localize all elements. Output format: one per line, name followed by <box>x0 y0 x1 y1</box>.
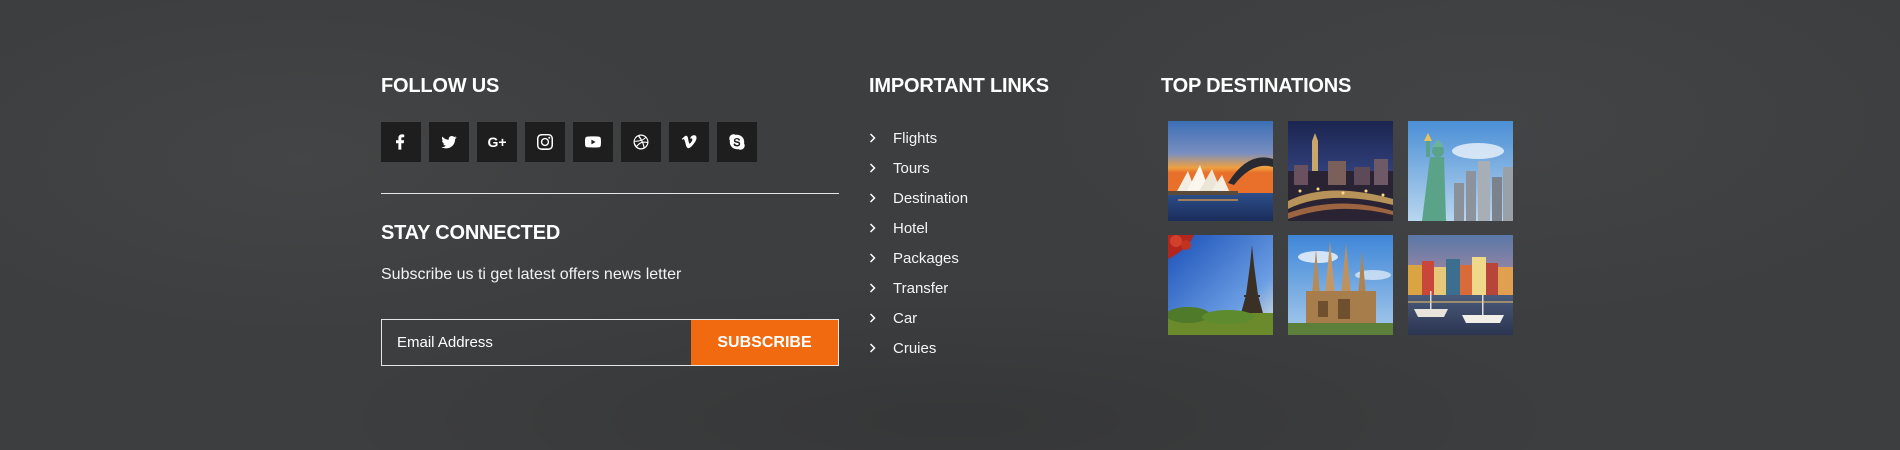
city-night-skyline-image <box>1288 121 1393 221</box>
chevron-right-icon <box>869 253 879 263</box>
section-divider <box>381 193 839 194</box>
link-label: Hotel <box>893 219 929 237</box>
destination-city-night-skyline[interactable] <box>1288 121 1393 221</box>
destination-statue-of-liberty[interactable] <box>1408 121 1513 221</box>
link-label: Car <box>893 309 918 327</box>
sagrada-familia-image <box>1288 235 1393 335</box>
link-label: Tours <box>893 159 930 177</box>
eiffel-tower-image <box>1168 235 1273 335</box>
chevron-right-icon <box>869 223 879 233</box>
link-flights[interactable]: Flights <box>869 123 1129 153</box>
important-links-list: Flights Tours Destination Hotel Packages… <box>869 123 1129 363</box>
google-plus-icon: G+ <box>487 134 507 150</box>
youtube-button[interactable] <box>573 122 613 162</box>
facebook-button[interactable] <box>381 122 421 162</box>
link-packages[interactable]: Packages <box>869 243 1129 273</box>
youtube-icon <box>585 136 601 148</box>
link-car[interactable]: Car <box>869 303 1129 333</box>
link-label: Flights <box>893 129 938 147</box>
chevron-right-icon <box>869 193 879 203</box>
link-label: Packages <box>893 249 959 267</box>
subscribe-button[interactable]: SUBSCRIBE <box>691 320 838 365</box>
harbor-canal-image <box>1408 235 1513 335</box>
chevron-right-icon <box>869 133 879 143</box>
dribbble-icon <box>633 134 649 150</box>
site-footer: FOLLOW US G+ STAY CONNECTED Subscribe us… <box>0 0 1900 450</box>
follow-us-heading: FOLLOW US <box>381 75 500 97</box>
top-destinations-heading: TOP DESTINATIONS <box>1161 75 1352 97</box>
statue-of-liberty-image <box>1408 121 1513 221</box>
destination-harbor-canal[interactable] <box>1408 235 1513 335</box>
google-plus-button[interactable]: G+ <box>477 122 517 162</box>
vimeo-button[interactable] <box>669 122 709 162</box>
newsletter-description: Subscribe us ti get latest offers news l… <box>381 266 682 283</box>
link-label: Cruies <box>893 339 937 357</box>
skype-button[interactable] <box>717 122 757 162</box>
twitter-icon <box>441 136 457 149</box>
link-tours[interactable]: Tours <box>869 153 1129 183</box>
skype-icon <box>729 134 745 150</box>
stay-connected-heading: STAY CONNECTED <box>381 222 561 244</box>
link-destination[interactable]: Destination <box>869 183 1129 213</box>
destination-sydney-opera-house[interactable] <box>1168 121 1273 221</box>
link-hotel[interactable]: Hotel <box>869 213 1129 243</box>
important-links-heading: IMPORTANT LINKS <box>869 75 1049 97</box>
follow-us-section: FOLLOW US G+ STAY CONNECTED Subscribe us… <box>381 74 839 366</box>
link-label: Transfer <box>893 279 949 297</box>
chevron-right-icon <box>869 283 879 293</box>
twitter-button[interactable] <box>429 122 469 162</box>
newsletter-form: SUBSCRIBE <box>381 319 839 366</box>
email-field[interactable] <box>382 320 691 365</box>
instagram-button[interactable] <box>525 122 565 162</box>
important-links-section: IMPORTANT LINKS Flights Tours Destinatio… <box>869 74 1129 363</box>
facebook-icon <box>396 134 405 150</box>
top-destinations-section: TOP DESTINATIONS <box>1161 74 1561 335</box>
dribbble-button[interactable] <box>621 122 661 162</box>
link-cruies[interactable]: Cruies <box>869 333 1129 363</box>
destination-eiffel-tower[interactable] <box>1168 235 1273 335</box>
chevron-right-icon <box>869 313 879 323</box>
social-links: G+ <box>381 122 839 162</box>
sydney-opera-house-image <box>1168 121 1273 221</box>
instagram-icon <box>537 134 553 150</box>
link-transfer[interactable]: Transfer <box>869 273 1129 303</box>
vimeo-icon <box>681 135 697 149</box>
link-label: Destination <box>893 189 969 207</box>
chevron-right-icon <box>869 343 879 353</box>
chevron-right-icon <box>869 163 879 173</box>
destinations-gallery <box>1168 121 1561 335</box>
destination-sagrada-familia[interactable] <box>1288 235 1393 335</box>
